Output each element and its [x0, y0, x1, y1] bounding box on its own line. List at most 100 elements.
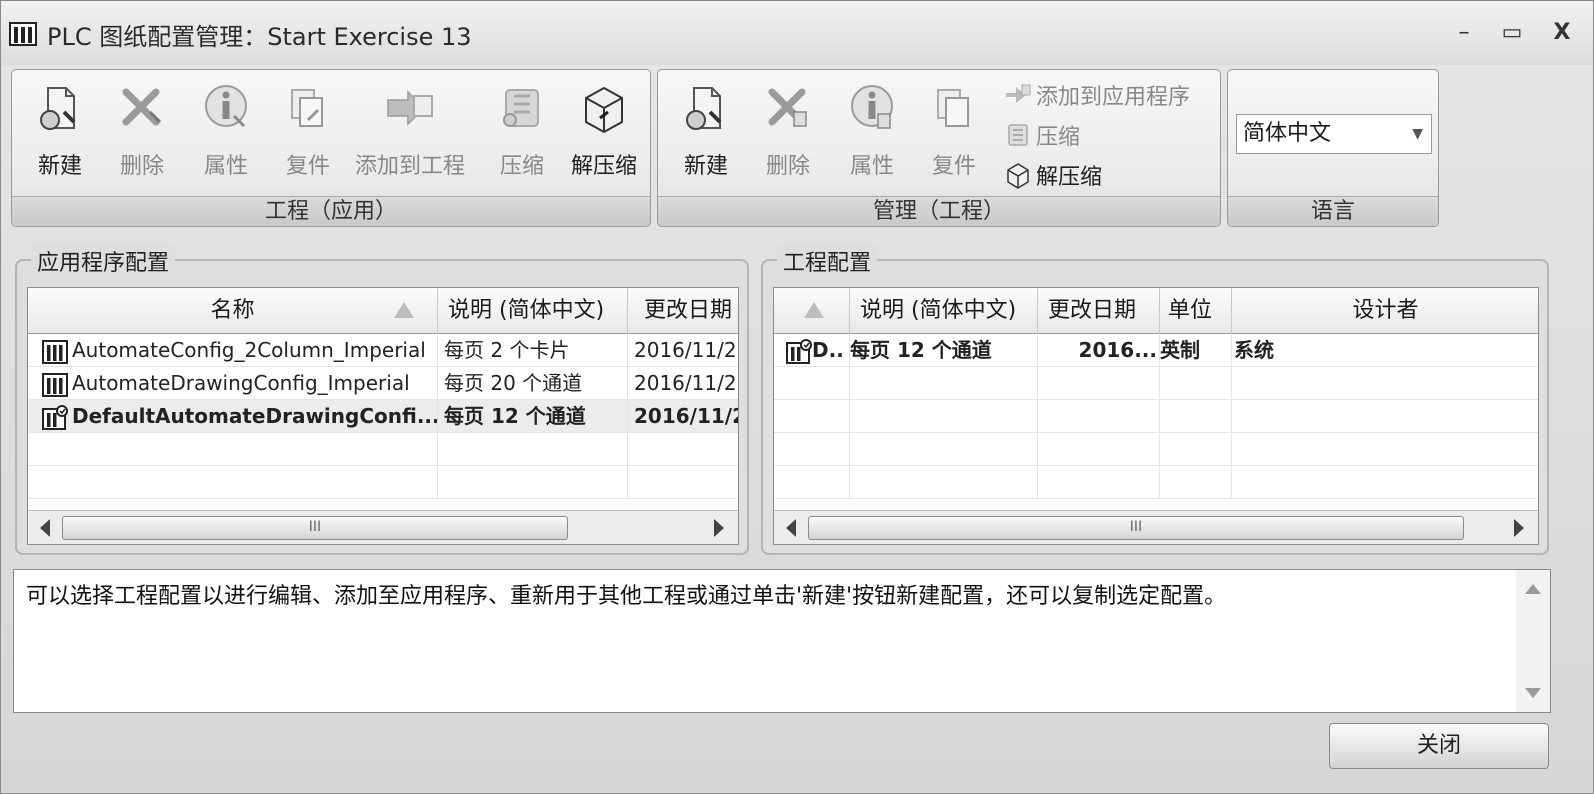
sort-ascending-icon [394, 302, 414, 318]
manage-copy-label: 复件 [931, 154, 976, 179]
app-config-legend: 应用程序配置 [31, 245, 176, 277]
add-to-project-label: 添加到工程 [354, 154, 465, 179]
properties-icon [851, 85, 893, 129]
table-row[interactable]: AutomateDrawingConfig_Imperial 每页 20 个通道… [28, 367, 738, 400]
column-header-date[interactable]: 更改日期 [628, 288, 738, 334]
new-icon [40, 87, 76, 130]
table-row-empty [774, 367, 1538, 400]
maximize-button[interactable]: ▭ [1495, 15, 1529, 49]
add-to-app-label: 添加到应用程序 [1036, 85, 1191, 110]
add-to-app-button[interactable]: 添加到应用程序 [1004, 78, 1190, 112]
project-config-legend: 工程配置 [777, 245, 878, 277]
table-row-selected[interactable]: DefaultAutomateDrawingConfi... 每页 12 个通道… [28, 400, 738, 433]
scroll-right-icon[interactable] [714, 519, 724, 537]
delete-icon [768, 88, 807, 127]
project-config-grid: 说明 (简体中文) 更改日期 单位 设计者 D.. 每页 12 个通道 2016… [773, 287, 1539, 545]
copy-icon [937, 89, 969, 127]
group-project-app: 新建 删除 属性 复件 添加到工程 压缩 解压缩 工程（应用） [11, 69, 651, 227]
group-project-app-label: 工程（应用） [12, 196, 650, 226]
column-header-date[interactable]: 更改日期 [1038, 288, 1160, 334]
app-config-header: 名称 说明 (简体中文) 更改日期 [28, 288, 738, 334]
sort-ascending-icon [804, 302, 824, 318]
compress-icon [1008, 124, 1028, 146]
close-window-button[interactable]: X [1545, 15, 1579, 49]
scroll-left-icon[interactable] [40, 519, 50, 537]
row-designer: 系统 [1232, 334, 1538, 367]
scroll-thumb[interactable]: III [62, 516, 568, 540]
decompress-icon [585, 86, 623, 134]
plc-config-icon [42, 372, 68, 397]
row-unit: 英制 [1160, 334, 1232, 367]
language-select[interactable]: 简体中文 ▼ [1236, 114, 1432, 154]
chevron-down-icon: ▼ [1412, 126, 1423, 142]
plc-config-icon [42, 339, 68, 364]
project-config-hscrollbar[interactable]: III [774, 510, 1538, 544]
scroll-thumb[interactable]: III [808, 516, 1464, 540]
app-config-grid: 名称 说明 (简体中文) 更改日期 AutomateConfig_2Column… [27, 287, 739, 545]
decompress-icon [1007, 163, 1029, 189]
manage-compress-label: 压缩 [1036, 125, 1081, 150]
plc-default-config-icon [42, 404, 68, 430]
scroll-down-icon[interactable] [1525, 688, 1541, 698]
group-manage-project: 新建 删除 属性 复件 添加到应用程序 压缩 解压缩 管理（工程） [657, 69, 1221, 227]
app-config-panel: 应用程序配置 名称 说明 (简体中文) 更改日期 AutomateConfig_… [15, 245, 749, 555]
row-date: 2016... [1038, 334, 1160, 367]
app-decompress-button[interactable]: 解压缩 [564, 78, 644, 190]
description-text: 可以选择工程配置以进行编辑、添加至应用程序、重新用于其他工程或通过单击'新建'按… [26, 584, 1227, 609]
group-manage-project-label: 管理（工程） [658, 196, 1220, 226]
column-header-description[interactable]: 说明 (简体中文) [438, 288, 628, 334]
column-header-description[interactable]: 说明 (简体中文) [850, 288, 1038, 334]
language-select-value: 简体中文 [1243, 121, 1332, 146]
scroll-left-icon[interactable] [786, 519, 796, 537]
manage-decompress-label: 解压缩 [1036, 165, 1103, 190]
table-row-empty [774, 400, 1538, 433]
manage-compress-button[interactable]: 压缩 [1004, 118, 1080, 152]
app-copy-button[interactable]: 复件 [268, 78, 348, 190]
row-name: DefaultAutomateDrawingConfi... [72, 404, 438, 428]
row-description: 每页 12 个通道 [438, 400, 628, 433]
window-title: PLC 图纸配置管理：Start Exercise 13 [47, 23, 472, 51]
column-header-unit[interactable]: 单位 [1160, 288, 1232, 334]
row-description: 每页 20 个通道 [438, 367, 628, 400]
ribbon: 新建 删除 属性 复件 添加到工程 压缩 解压缩 工程（应用） 新建 删除 属性… [11, 67, 1583, 231]
plc-drawing-config-window: PLC 图纸配置管理：Start Exercise 13 – ▭ X 新建 删除… [0, 0, 1594, 794]
add-to-app-icon [1006, 84, 1031, 103]
minimize-button[interactable]: – [1447, 15, 1481, 49]
manage-copy-button[interactable]: 复件 [914, 78, 994, 190]
table-row-empty [774, 433, 1538, 466]
new-icon [686, 87, 722, 130]
group-language: 简体中文 ▼ 语言 [1227, 69, 1439, 227]
column-header-designer[interactable]: 设计者 [1232, 288, 1538, 334]
title-bar: PLC 图纸配置管理：Start Exercise 13 – ▭ X [1, 1, 1593, 65]
table-row-empty [774, 466, 1538, 499]
table-row-empty [28, 433, 738, 466]
column-header-name[interactable]: 名称 [28, 288, 438, 334]
project-config-header: 说明 (简体中文) 更改日期 单位 设计者 [774, 288, 1538, 334]
scroll-right-icon[interactable] [1514, 519, 1524, 537]
row-description: 每页 12 个通道 [850, 334, 1038, 367]
table-row[interactable]: D.. 每页 12 个通道 2016... 英制 系统 [774, 334, 1538, 367]
close-button[interactable]: 关闭 [1329, 723, 1549, 769]
add-to-project-button[interactable]: 添加到工程 [355, 78, 465, 190]
table-row-empty [28, 466, 738, 499]
group-language-label: 语言 [1228, 196, 1438, 226]
row-date: 2016/11/23 [628, 367, 738, 400]
project-config-panel: 工程配置 说明 (简体中文) 更改日期 单位 设计者 D.. 每页 12 个通道… [761, 245, 1549, 555]
description-vscrollbar[interactable] [1516, 570, 1550, 712]
add-to-project-icon [387, 90, 433, 126]
plc-default-config-icon [786, 338, 812, 364]
row-name: AutomateConfig_2Column_Imperial [72, 338, 426, 362]
copy-icon [291, 89, 323, 127]
delete-icon [122, 88, 162, 126]
row-name: AutomateDrawingConfig_Imperial [72, 371, 410, 395]
manage-decompress-button[interactable]: 解压缩 [1004, 158, 1102, 192]
row-date: 2016/11/2 [628, 400, 738, 433]
description-box: 可以选择工程配置以进行编辑、添加至应用程序、重新用于其他工程或通过单击'新建'按… [13, 569, 1551, 713]
table-row[interactable]: AutomateConfig_2Column_Imperial 每页 2 个卡片… [28, 334, 738, 367]
properties-icon [205, 85, 247, 128]
plc-app-icon [9, 22, 37, 46]
app-config-hscrollbar[interactable]: III [28, 510, 738, 544]
row-name: D.. [812, 338, 844, 362]
row-date: 2016/11/23 [628, 334, 738, 367]
scroll-up-icon[interactable] [1525, 584, 1541, 594]
